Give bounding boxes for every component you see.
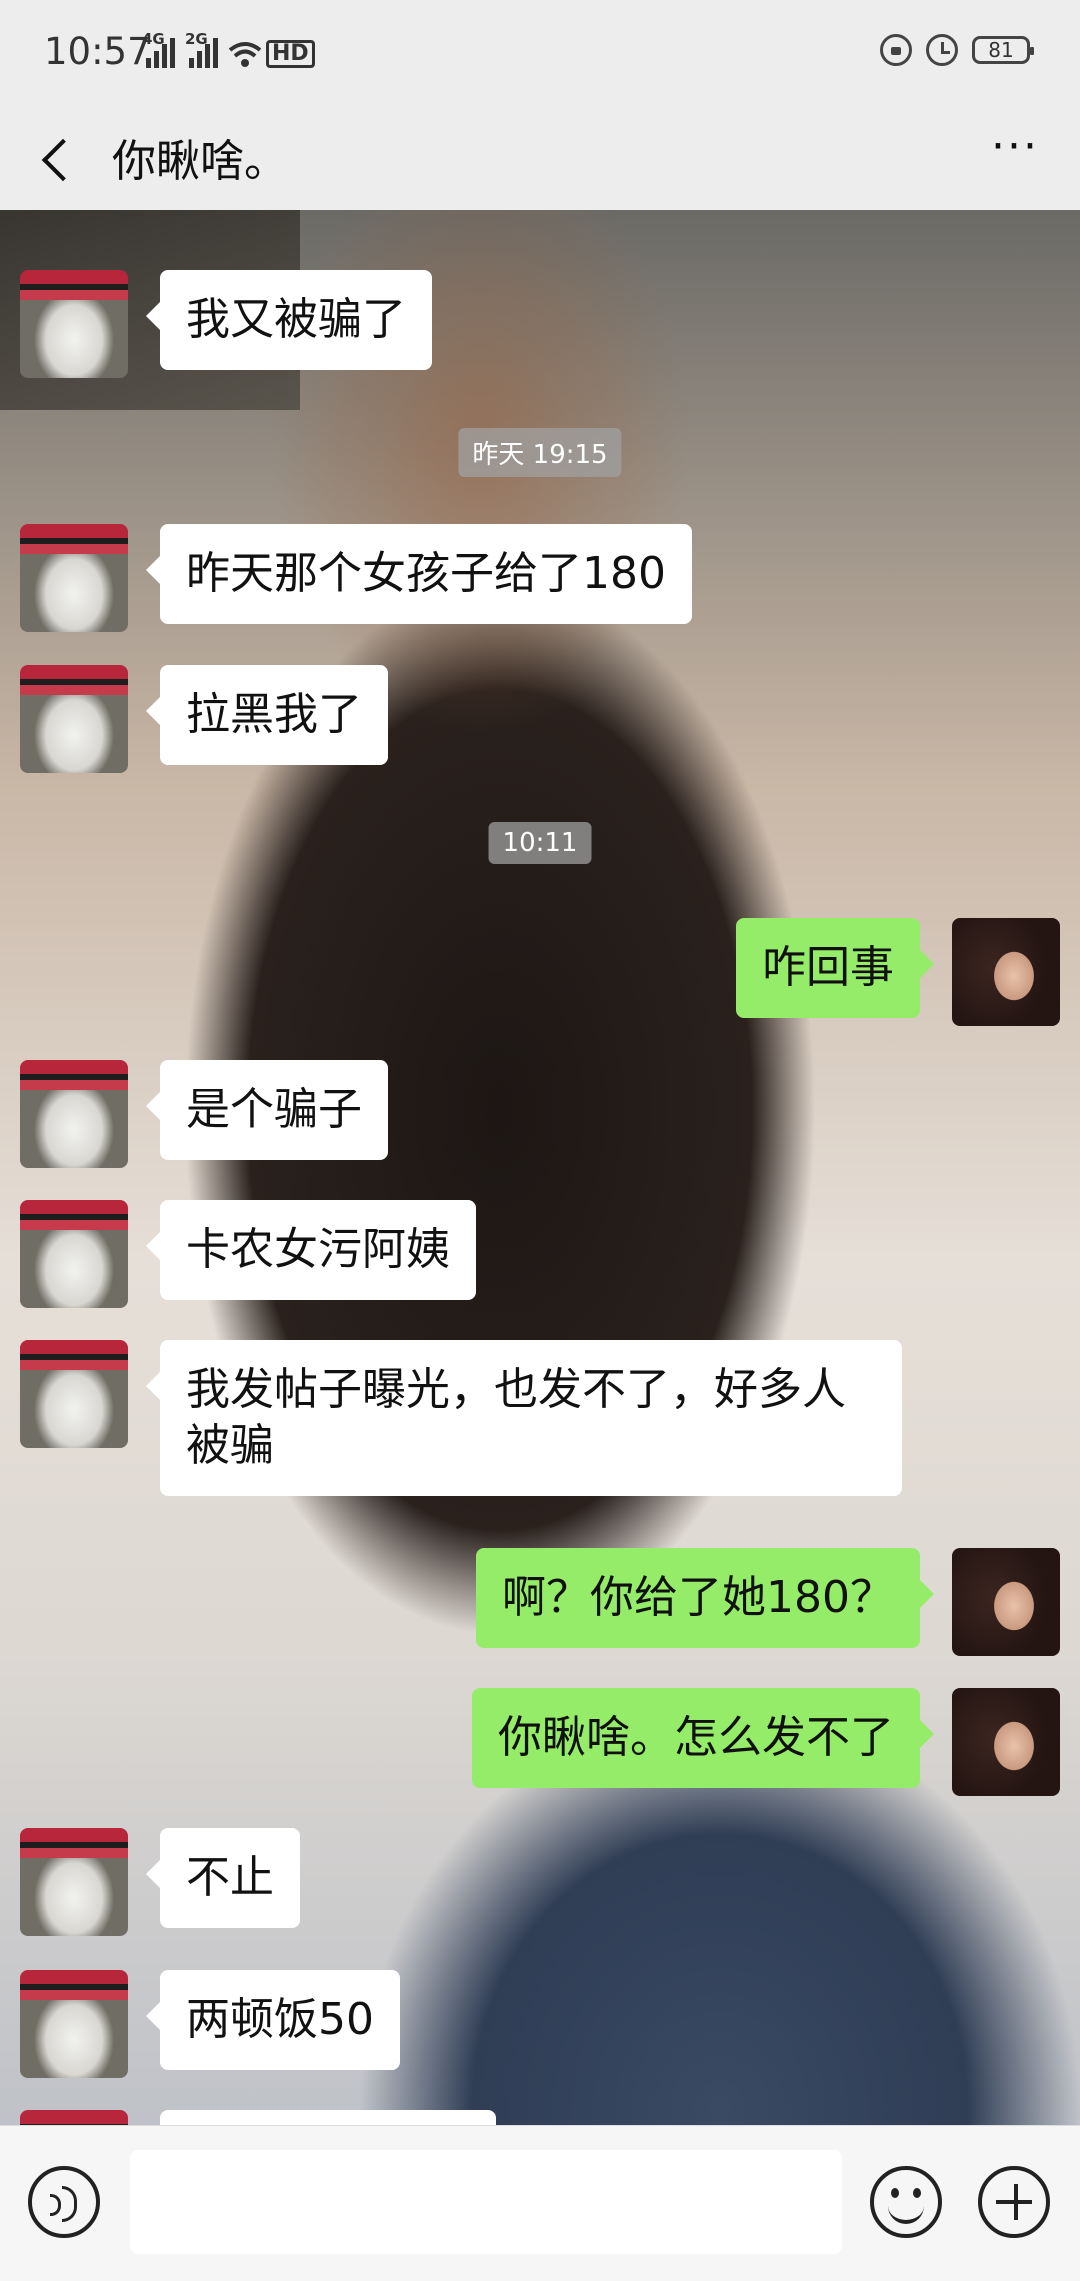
- message-bubble[interactable]: 不止: [146, 1828, 300, 1928]
- signal-2g-icon: 2G: [185, 30, 218, 68]
- my-avatar[interactable]: [952, 1548, 1060, 1656]
- message-bubble[interactable]: 啊？你给了她180？: [476, 1548, 934, 1648]
- status-time: 10:57: [44, 30, 151, 73]
- emoji-icon[interactable]: [870, 2166, 942, 2238]
- wifi-icon: HD: [228, 40, 315, 68]
- battery-icon: 81: [972, 36, 1034, 64]
- contact-avatar[interactable]: [20, 1060, 128, 1168]
- timestamp: 昨天 19:15: [458, 428, 622, 477]
- message-bubble[interactable]: 我发帖子曝光，也发不了，好多人被骗: [146, 1340, 902, 1496]
- message-bubble[interactable]: 两顿饭50: [146, 1970, 400, 2070]
- back-arrow-icon[interactable]: [34, 123, 94, 193]
- input-bar: [0, 2125, 1080, 2281]
- message-bubble[interactable]: 我又被骗了: [146, 270, 432, 370]
- my-avatar[interactable]: [952, 1688, 1060, 1796]
- status-right-icons: 81: [880, 34, 1034, 66]
- network-indicators: 4G 2G HD: [142, 30, 315, 68]
- contact-avatar[interactable]: [20, 1340, 128, 1448]
- contact-avatar[interactable]: [20, 524, 128, 632]
- message-bubble[interactable]: 昨天那个女孩子给了180: [146, 524, 692, 624]
- orientation-lock-icon: [880, 34, 912, 66]
- message-bubble[interactable]: 是个骗子: [146, 1060, 388, 1160]
- contact-avatar[interactable]: [20, 665, 128, 773]
- my-avatar[interactable]: [952, 918, 1060, 1026]
- plus-icon[interactable]: [978, 2166, 1050, 2238]
- message-bubble[interactable]: 拉黑我了: [146, 665, 388, 765]
- wifi-svg-icon: [228, 42, 262, 67]
- contact-avatar[interactable]: [20, 2110, 128, 2125]
- message-bubble[interactable]: 你瞅啥。怎么发不了: [472, 1688, 934, 1788]
- network-4g-label: 4G: [142, 30, 165, 48]
- contact-avatar[interactable]: [20, 1970, 128, 2078]
- chat-area[interactable]: 我又被骗了 昨天 19:15 昨天那个女孩子给了180 拉黑我了 10:11 咋…: [0, 210, 1080, 2125]
- network-2g-label: 2G: [185, 30, 208, 48]
- message-bubble[interactable]: 咋回事: [736, 918, 934, 1018]
- contact-avatar[interactable]: [20, 1828, 128, 1936]
- contact-avatar[interactable]: [20, 1200, 128, 1308]
- signal-4g-icon: 4G: [142, 30, 175, 68]
- hd-badge: HD: [266, 40, 315, 68]
- message-bubble[interactable]: 卡农女污阿姨: [146, 1200, 476, 1300]
- timestamp: 10:11: [488, 822, 592, 864]
- alarm-icon: [926, 34, 958, 66]
- message-bubble-partial[interactable]: [160, 2110, 496, 2125]
- voice-icon[interactable]: [28, 2166, 100, 2238]
- message-input[interactable]: [130, 2150, 842, 2254]
- contact-avatar[interactable]: [20, 270, 128, 378]
- chat-header: 你瞅啥。 ···: [0, 105, 1080, 210]
- battery-level: 81: [988, 38, 1014, 62]
- chat-title: 你瞅啥。: [112, 136, 288, 187]
- more-icon[interactable]: ···: [980, 125, 1050, 187]
- status-bar: 10:57 4G 2G HD 81: [0, 0, 1080, 105]
